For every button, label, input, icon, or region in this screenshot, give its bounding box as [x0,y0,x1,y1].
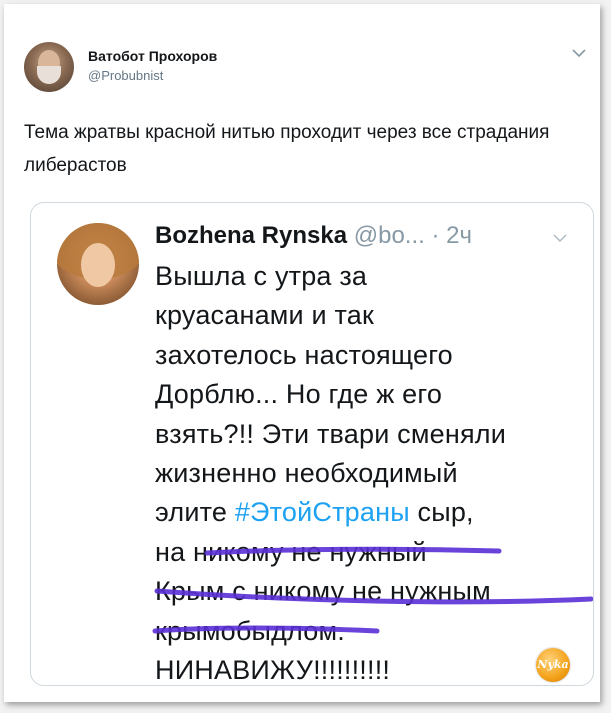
quoted-line: круасанами и так [155,300,375,331]
quoted-author-name[interactable]: Bozhena Rynska [155,222,347,249]
quoted-line: взять?!! Эти твари сменяли [155,418,507,449]
chevron-down-icon[interactable] [553,233,567,243]
quoted-line: Крым с никому не нужным [155,576,491,607]
quoted-line: захотелось настоящего [155,339,453,370]
quoted-line: элите #ЭтойСтраны сыр, [155,493,585,532]
tweet-text: Тема жратвы красной нитью проходит через… [24,122,550,176]
quoted-header: Bozhena Rynska @bo... · 2ч [155,219,472,253]
tweet-card: Ватобот Прохоров @Probubnist Тема жратвы… [4,4,600,702]
quoted-line: крымобыдлом. [155,615,345,646]
quoted-author-handle[interactable]: @bo... [354,222,425,249]
avatar-beard [37,66,61,84]
avatar-face [81,243,115,287]
quoted-tweet[interactable]: Bozhena Rynska @bo... · 2ч Вышла с утра … [30,202,594,686]
site-logo-watermark: Nyka [536,648,570,682]
quoted-line-text: сыр, [409,497,474,528]
hashtag-link[interactable]: #ЭтойСтраны [235,497,410,527]
chevron-down-icon[interactable] [572,48,586,58]
quoted-line: на никому не нужный [155,536,427,567]
quoted-line: Дорблю... Но где ж его [155,379,443,410]
quoted-line: НИНАВИЖУ!!!!!!!!!! [155,655,391,686]
quoted-tweet-body: Вышла с утра за круасанами и так захотел… [155,257,585,686]
quoted-line: Вышла с утра за [155,261,368,291]
quoted-line: жизненно необходимый [155,458,458,489]
quoted-timestamp[interactable]: · 2ч [431,222,472,249]
author-handle[interactable]: @Probubnist [88,68,163,83]
author-name[interactable]: Ватобот Прохоров [88,48,217,64]
quoted-line-text: элите [155,497,235,528]
author-avatar[interactable] [24,42,74,92]
quoted-author-avatar[interactable] [57,223,139,305]
